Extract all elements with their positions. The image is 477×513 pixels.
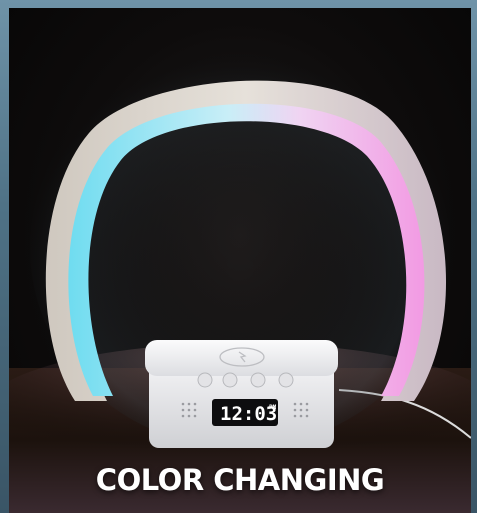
- power-button-icon[interactable]: [197, 372, 213, 388]
- product-photo: 12:03 PM COLOR CHANGING: [9, 8, 471, 513]
- lamp-illustration: 12:03 PM: [9, 48, 471, 513]
- music-button-icon[interactable]: [222, 372, 238, 388]
- light-button-icon[interactable]: [278, 372, 294, 388]
- clock-meridiem: PM: [269, 404, 277, 411]
- product-caption: COLOR CHANGING: [95, 463, 385, 497]
- alarm-button-icon[interactable]: [250, 372, 266, 388]
